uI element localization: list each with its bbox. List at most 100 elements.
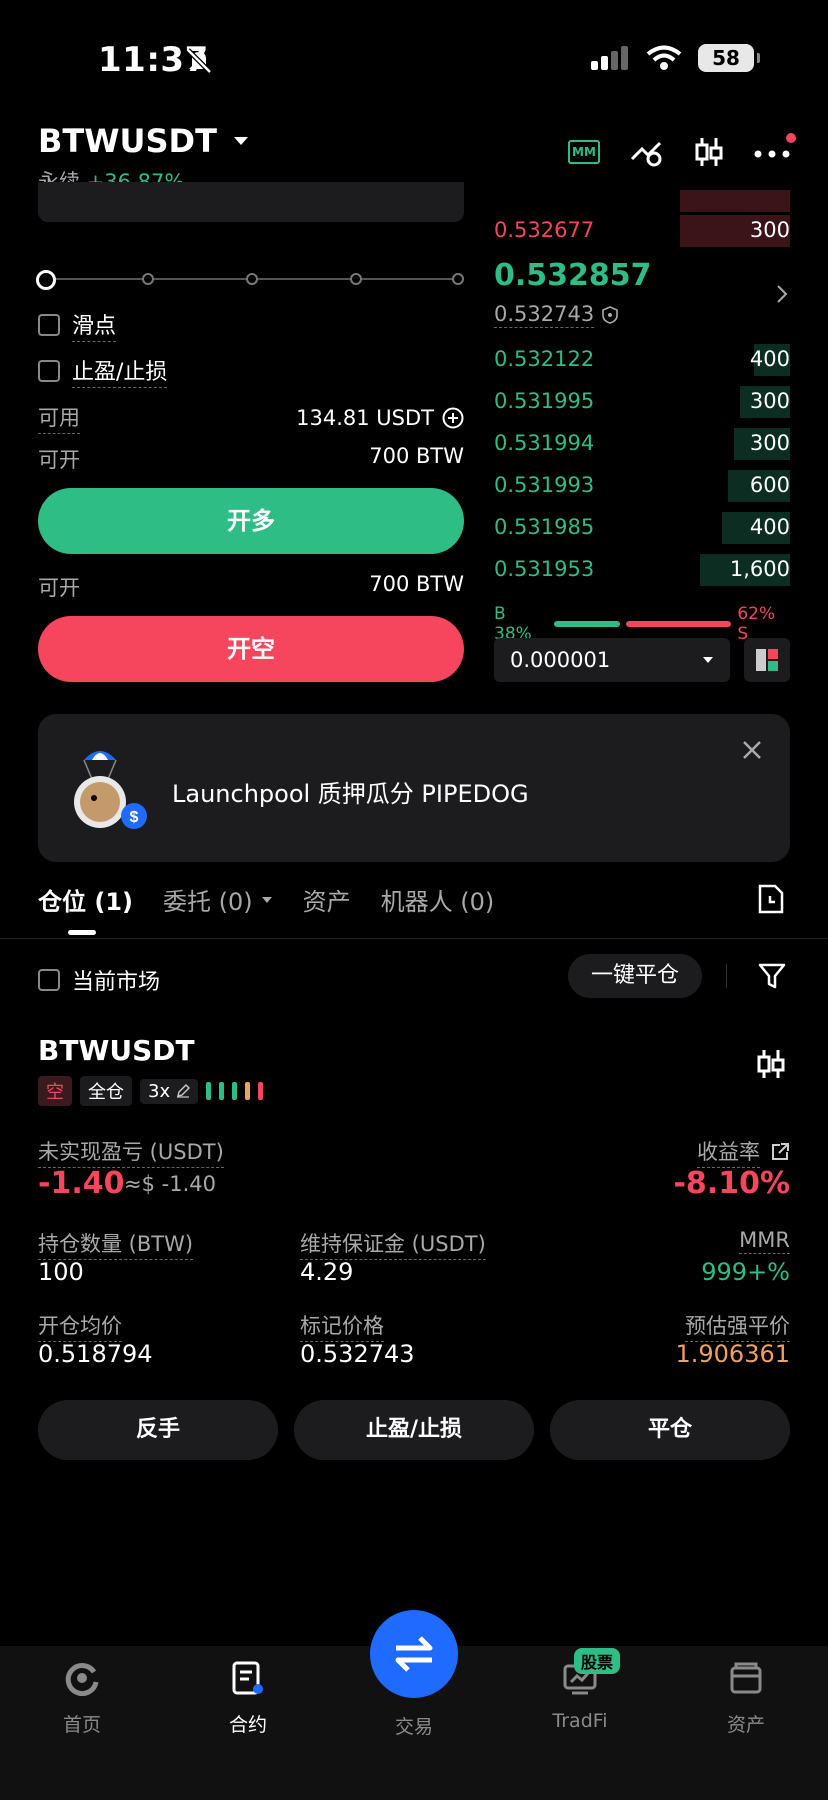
tabs-divider [0, 938, 828, 939]
filter-divider [726, 964, 727, 988]
sell-ratio-bar [625, 621, 732, 627]
risk-level-bar [219, 1082, 225, 1100]
nav-assets[interactable]: 资产 [686, 1660, 806, 1737]
open-long-row: 可开 700 BTW [38, 444, 464, 474]
entry-price-value: 0.518794 [38, 1340, 153, 1368]
side-tag: 空 [38, 1076, 72, 1106]
close-icon[interactable] [742, 740, 762, 760]
mark-price: 0.532743 [494, 302, 595, 328]
mmr-value: 999+% [701, 1258, 790, 1286]
tpsl-button[interactable]: 止盈/止损 [294, 1400, 534, 1460]
available-row: 可用 134.81 USDT [38, 402, 464, 434]
size-value: 100 [38, 1258, 84, 1286]
bid-row[interactable]: 0.531994 300 [494, 426, 790, 460]
mark-price-label: 标记价格 [300, 1310, 384, 1342]
candlestick-chart-icon[interactable] [756, 1048, 786, 1080]
bid-qty: 300 [749, 431, 790, 455]
futures-document-icon [232, 1661, 263, 1695]
bid-row[interactable]: 0.531993 600 [494, 468, 790, 502]
add-circle-icon[interactable] [442, 407, 464, 429]
tab-positions[interactable]: 仓位 (1) [38, 882, 133, 917]
bid-qty: 400 [749, 347, 790, 371]
nav-home-label: 首页 [62, 1714, 101, 1736]
pnl-value: -1.40 [38, 1166, 125, 1201]
mmr-label: MMR [739, 1228, 790, 1254]
tab-orders-label: 委托 (0) [163, 888, 253, 916]
position-symbol[interactable]: BTWUSDT [38, 1034, 195, 1067]
bid-row[interactable]: 0.531995 300 [494, 384, 790, 418]
roe-label-row: 收益率 [697, 1136, 790, 1168]
last-price[interactable]: 0.532857 [494, 258, 652, 293]
pair-selector[interactable]: BTWUSDT [38, 122, 249, 160]
bid-row[interactable]: 0.532122 400 [494, 342, 790, 376]
orderbook-layout-button[interactable] [744, 638, 790, 682]
precision-select[interactable]: 0.000001 [494, 638, 730, 682]
price-alert-icon[interactable] [630, 137, 664, 167]
open-short-button[interactable]: 开空 [38, 616, 464, 682]
ask-row[interactable]: 0.532677 300 [494, 213, 790, 247]
shield-icon [602, 306, 619, 324]
reverse-button[interactable]: 反手 [38, 1400, 278, 1460]
bid-row[interactable]: 0.531985 400 [494, 510, 790, 544]
close-position-button[interactable]: 平仓 [550, 1400, 790, 1460]
close-all-button[interactable]: 一键平仓 [568, 954, 702, 998]
bid-price: 0.531995 [494, 389, 595, 413]
pnl-label: 未实现盈亏 (USDT) [38, 1136, 224, 1168]
current-market-toggle[interactable]: 当前市场 [38, 964, 160, 996]
stock-badge: 股票 [574, 1648, 621, 1674]
candlestick-chart-icon[interactable] [694, 136, 724, 168]
slider-handle[interactable] [36, 270, 56, 290]
risk-level-bar [258, 1082, 264, 1100]
position-tabs: 仓位 (1) 委托 (0) 资产 机器人 (0) [38, 882, 494, 917]
slider-stop[interactable] [246, 273, 258, 285]
bid-qty: 300 [749, 389, 790, 413]
mark-price-value: 0.532743 [300, 1340, 415, 1368]
current-market-checkbox[interactable] [38, 969, 60, 991]
home-logo-icon [65, 1663, 99, 1697]
more-menu[interactable] [754, 132, 796, 162]
nav-home[interactable]: 首页 [22, 1660, 142, 1737]
tpsl-toggle[interactable]: 止盈/止损 [38, 354, 168, 388]
open-long-value: 700 BTW [369, 444, 464, 468]
status-icons: 58 [590, 44, 760, 72]
tab-assets[interactable]: 资产 [303, 882, 351, 917]
bid-row[interactable]: 0.531953 1,600 [494, 552, 790, 586]
leverage-tag[interactable]: 3x [140, 1078, 199, 1104]
slippage-checkbox[interactable] [38, 314, 60, 336]
launchpool-mascot-icon: $ [74, 751, 147, 829]
banner-text: Launchpool 质押瓜分 PIPEDOG [172, 780, 529, 808]
mute-bell-icon [186, 48, 212, 74]
tpsl-checkbox[interactable] [38, 360, 60, 382]
bid-qty: 400 [749, 515, 790, 539]
slider-stop[interactable] [452, 273, 464, 285]
roe-label: 收益率 [697, 1136, 760, 1168]
open-long-button[interactable]: 开多 [38, 488, 464, 554]
bid-qty: 1,600 [729, 557, 790, 581]
slider-stop[interactable] [142, 273, 154, 285]
svg-text:$: $ [130, 809, 139, 826]
open-label: 可开 [38, 576, 80, 600]
more-dots-icon [754, 150, 790, 157]
mark-price-row: 0.532743 [494, 302, 619, 328]
risk-level-bar [232, 1082, 238, 1100]
slippage-toggle[interactable]: 滑点 [38, 308, 117, 342]
bid-price: 0.531985 [494, 515, 595, 539]
tab-bots[interactable]: 机器人 (0) [381, 882, 495, 917]
filter-icon[interactable] [758, 962, 786, 990]
margin-mode-tag[interactable]: 全仓 [80, 1076, 132, 1106]
tab-orders[interactable]: 委托 (0) [163, 882, 273, 917]
leverage-value: 3x [148, 1080, 171, 1102]
risk-level-bar [245, 1082, 251, 1100]
history-document-icon[interactable] [758, 884, 784, 914]
trade-button[interactable] [370, 1610, 458, 1698]
precision-value: 0.000001 [510, 648, 611, 672]
open-short-value: 700 BTW [369, 572, 464, 596]
market-maker-icon[interactable]: MM [568, 140, 600, 164]
share-icon[interactable] [770, 1142, 790, 1162]
chevron-right-icon[interactable] [776, 284, 788, 304]
slider-stop[interactable] [350, 273, 362, 285]
quantity-field[interactable] [38, 182, 464, 222]
caret-down-icon [703, 657, 713, 663]
nav-futures[interactable]: 合约 [188, 1660, 308, 1737]
nav-trade-label[interactable]: 交易 [354, 1712, 474, 1739]
